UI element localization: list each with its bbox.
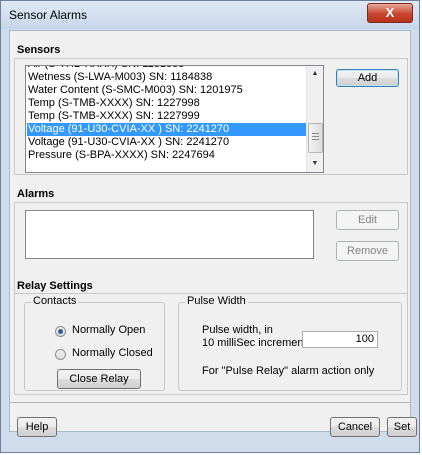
- pulse-width-legend: Pulse Width: [185, 295, 248, 307]
- sensor-list-item[interactable]: Temp (S-TMB-XXXX) SN: 1227999: [28, 110, 200, 123]
- scroll-up-arrow-icon[interactable]: ▲: [307, 66, 323, 82]
- sensor-list-item[interactable]: Temp (S-TMB-XXXX) SN: 1227998: [28, 97, 200, 110]
- close-icon: X: [385, 5, 395, 20]
- pulse-width-input[interactable]: 100: [302, 331, 378, 348]
- normally-open-radio[interactable]: [55, 326, 66, 337]
- sensor-list-item[interactable]: Voltage (91-U30-CVIA-XX ) SN: 2241270: [28, 136, 229, 149]
- contacts-legend: Contacts: [31, 295, 79, 307]
- sensor-alarms-dialog: Sensor Alarms X Sensors Air (S-THB-XXXX)…: [0, 0, 420, 453]
- edit-button[interactable]: Edit: [336, 210, 399, 230]
- contacts-groupbox: Contacts Normally Open Normally Closed C…: [24, 295, 165, 391]
- sensors-heading: Sensors: [17, 44, 61, 56]
- sensor-list-item[interactable]: Water Content (S-SMC-M003) SN: 1201975: [28, 84, 243, 97]
- pulse-width-label-line1: Pulse width, in: [202, 324, 273, 336]
- close-button[interactable]: X: [367, 3, 413, 23]
- window-title: Sensor Alarms: [9, 8, 88, 22]
- dialog-body: Sensors Air (S-THB-XXXX) SN: 1181583Wetn…: [9, 30, 417, 437]
- footer-separator: [10, 402, 410, 403]
- sensor-list-item[interactable]: Pressure (S-BPA-XXXX) SN: 2247694: [28, 149, 215, 162]
- alarms-listbox[interactable]: [25, 210, 314, 259]
- relay-settings-heading: Relay Settings: [17, 280, 93, 292]
- pulse-width-groupbox: Pulse Width Pulse width, in 10 milliSec …: [178, 295, 402, 391]
- pulse-width-label-line2: 10 milliSec increments: [202, 337, 313, 349]
- sensors-listbox[interactable]: Air (S-THB-XXXX) SN: 1181583Wetness (S-L…: [25, 65, 324, 173]
- normally-open-label[interactable]: Normally Open: [72, 324, 145, 336]
- alarms-heading: Alarms: [17, 188, 55, 200]
- set-button[interactable]: Set: [387, 417, 417, 437]
- remove-button[interactable]: Remove: [336, 241, 399, 261]
- scroll-down-arrow-icon[interactable]: ▼: [307, 156, 323, 172]
- close-relay-button[interactable]: Close Relay: [57, 369, 141, 389]
- sensors-panel: Air (S-THB-XXXX) SN: 1181583Wetness (S-L…: [14, 58, 408, 175]
- help-button[interactable]: Help: [17, 417, 57, 437]
- sensor-list-item[interactable]: Voltage (91-U30-CVIA-XX ) SN: 2241270: [27, 123, 308, 136]
- cancel-button[interactable]: Cancel: [330, 417, 380, 437]
- sensor-list-item[interactable]: Wetness (S-LWA-M003) SN: 1184838: [28, 71, 212, 84]
- title-bar: Sensor Alarms X: [1, 1, 419, 29]
- normally-closed-label[interactable]: Normally Closed: [72, 347, 153, 359]
- sensors-scrollbar[interactable]: ▲ ▼: [306, 66, 323, 172]
- scroll-thumb[interactable]: [308, 123, 323, 153]
- pulse-relay-note: For "Pulse Relay" alarm action only: [202, 365, 375, 377]
- relay-settings-panel: Contacts Normally Open Normally Closed C…: [14, 293, 408, 395]
- normally-closed-radio[interactable]: [55, 349, 66, 360]
- add-button[interactable]: Add: [336, 69, 399, 87]
